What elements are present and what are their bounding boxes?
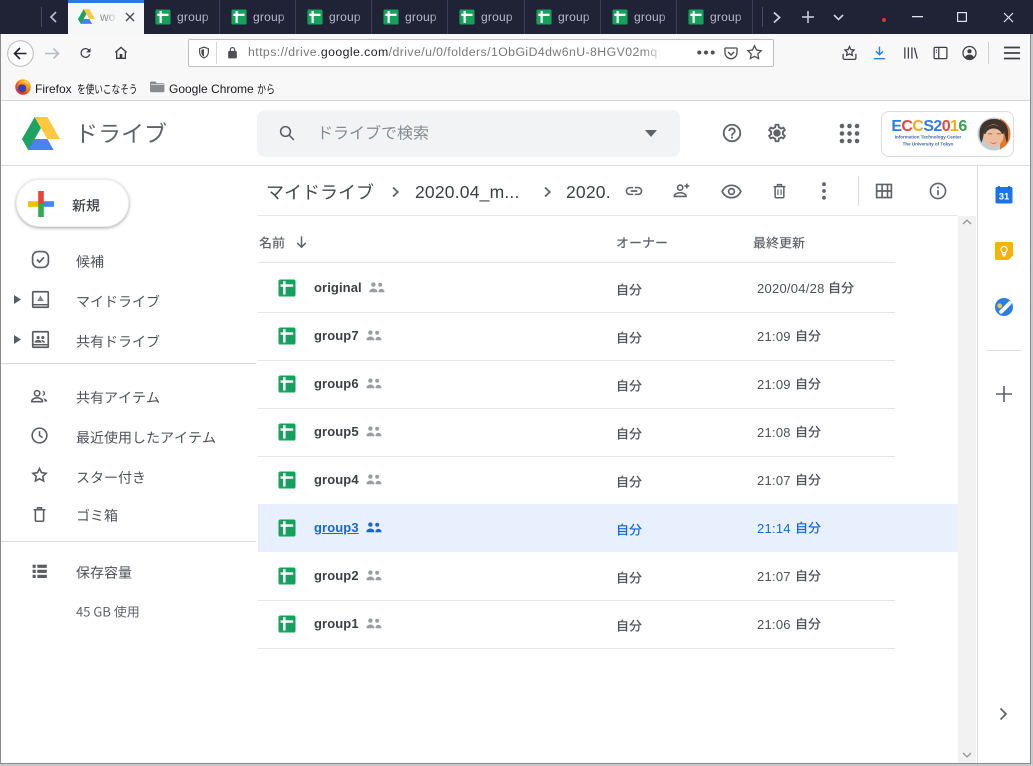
svg-text:31: 31 [999, 192, 1010, 203]
